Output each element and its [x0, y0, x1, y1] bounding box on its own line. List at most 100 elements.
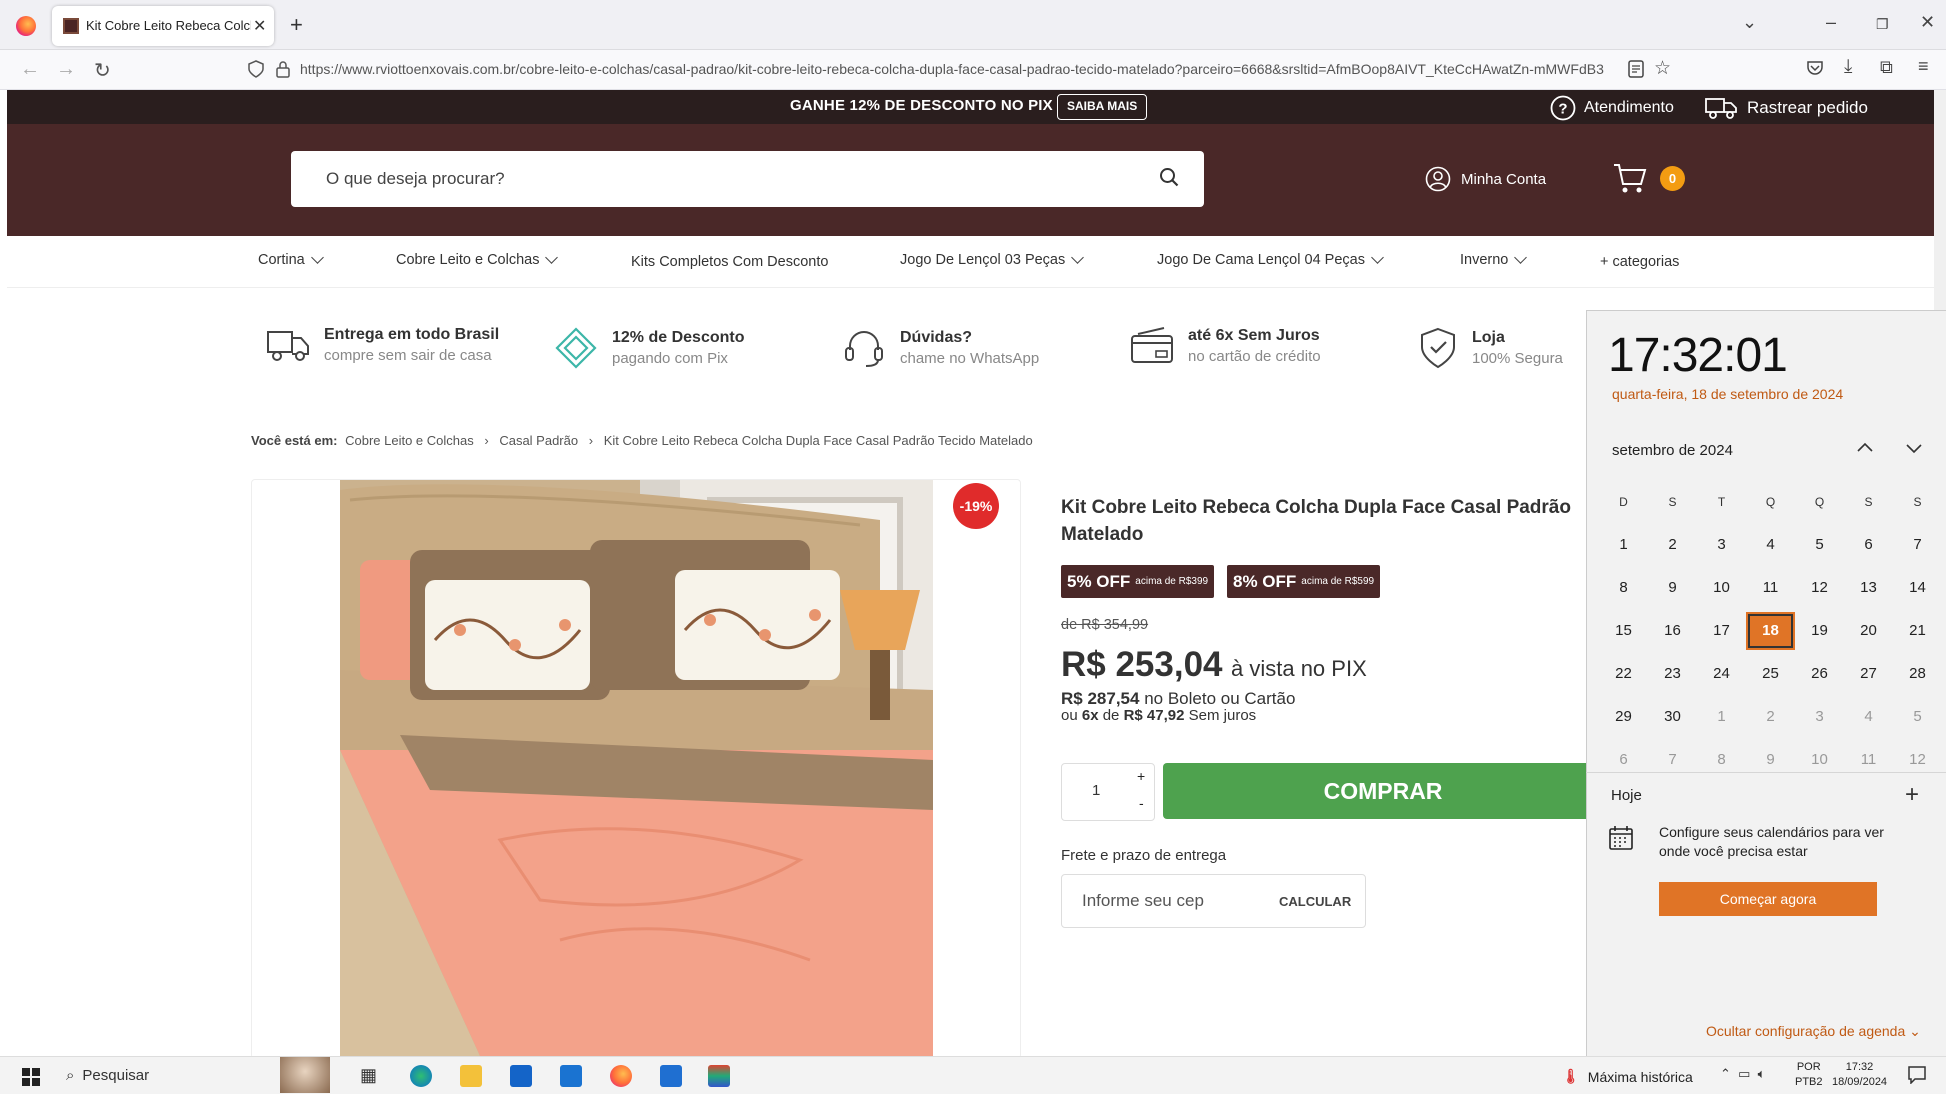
calendar-day[interactable]: 20 [1844, 622, 1893, 639]
rastrear-pedido-link[interactable]: Rastrear pedido [1705, 95, 1868, 121]
clock-date[interactable]: quarta-feira, 18 de setembro de 2024 [1612, 386, 1843, 402]
quantity-input[interactable]: 1 [1092, 782, 1100, 799]
quantity-increase-button[interactable]: + [1137, 768, 1145, 784]
calendar-day-next-month[interactable]: 8 [1697, 751, 1746, 768]
firefox-taskbar-icon[interactable] [610, 1065, 632, 1087]
downloads-icon[interactable]: ⤓ [1844, 56, 1852, 78]
reader-view-icon[interactable] [1628, 60, 1644, 78]
menu-item-inverno[interactable]: Inverno [1460, 251, 1528, 268]
calendar-day-next-month[interactable]: 1 [1697, 708, 1746, 725]
calendar-day[interactable]: 6 [1844, 536, 1893, 553]
calendar-day[interactable]: 21 [1893, 622, 1942, 639]
menu-item-categorias[interactable]: + categorias [1600, 254, 1679, 270]
url-text[interactable]: https://www.rviottoenxovais.com.br/cobre… [300, 61, 1620, 77]
close-tab-icon[interactable]: ✕ [253, 16, 266, 36]
calendar-day[interactable]: 17 [1697, 622, 1746, 639]
calendar-day-next-month[interactable]: 10 [1795, 751, 1844, 768]
calendar-day[interactable]: 1 [1599, 536, 1648, 553]
calendar-day[interactable]: 24 [1697, 665, 1746, 682]
menu-icon[interactable]: ≡ [1918, 56, 1929, 77]
mail-icon[interactable] [560, 1065, 582, 1087]
calendar-day[interactable]: 2 [1648, 536, 1697, 553]
breadcrumb-link[interactable]: Cobre Leito e Colchas [345, 433, 474, 448]
weather-widget[interactable]: 🌡︎ Máxima histórica [1562, 1068, 1693, 1085]
word-icon[interactable] [660, 1065, 682, 1087]
calendar-day[interactable]: 25 [1746, 665, 1795, 682]
edge-icon[interactable] [410, 1065, 432, 1087]
system-tray[interactable]: ⌃ ▭ 🔈︎ [1720, 1066, 1765, 1082]
calendar-day[interactable]: 16 [1648, 622, 1697, 639]
menu-item-cortina[interactable]: Cortina [258, 251, 324, 268]
search-highlight-image[interactable] [280, 1057, 330, 1093]
minimize-button[interactable]: – [1826, 12, 1836, 33]
lock-icon[interactable] [276, 60, 290, 78]
calendar-day[interactable]: 29 [1599, 708, 1648, 725]
close-window-button[interactable]: ✕ [1920, 12, 1935, 33]
menu-item-kits[interactable]: Kits Completos Com Desconto [631, 254, 828, 270]
chevron-up-icon[interactable] [1856, 439, 1874, 457]
hide-agenda-link[interactable]: Ocultar configuração de agenda ⌄ [1706, 1023, 1921, 1040]
pocket-icon[interactable] [1806, 59, 1824, 77]
calendar-day[interactable]: 28 [1893, 665, 1942, 682]
forward-button[interactable]: → [56, 58, 76, 81]
calendar-day[interactable]: 9 [1648, 579, 1697, 596]
menu-item-cobre-leito[interactable]: Cobre Leito e Colchas [396, 251, 559, 268]
calendar-day[interactable]: 7 [1893, 536, 1942, 553]
cart-icon[interactable] [1612, 160, 1648, 196]
taskbar-search[interactable]: ⌕ Pesquisar [66, 1067, 149, 1084]
new-tab-button[interactable]: + [290, 12, 303, 38]
calendar-day-next-month[interactable]: 7 [1648, 751, 1697, 768]
calendar-day[interactable]: 13 [1844, 579, 1893, 596]
firefox-icon[interactable] [16, 16, 36, 36]
browser-tab[interactable]: Kit Cobre Leito Rebeca Colcha D ✕ [52, 6, 274, 46]
calendar-day-next-month[interactable]: 11 [1844, 751, 1893, 768]
notification-icon[interactable] [1908, 1066, 1926, 1084]
product-image[interactable] [340, 480, 933, 1056]
add-event-button[interactable]: + [1905, 781, 1919, 809]
back-button[interactable]: ← [20, 58, 40, 81]
atendimento-link[interactable]: ? Atendimento [1550, 95, 1674, 121]
calendar-day-next-month[interactable]: 2 [1746, 708, 1795, 725]
calendar-day-next-month[interactable]: 9 [1746, 751, 1795, 768]
tab-list-chevron-icon[interactable]: ⌄ [1742, 12, 1757, 33]
reload-button[interactable]: ↻ [94, 58, 111, 83]
calendar-month[interactable]: setembro de 2024 [1612, 442, 1733, 459]
task-view-icon[interactable]: ▦ [360, 1065, 382, 1087]
chevron-down-icon[interactable] [1905, 439, 1923, 457]
benefit-duvidas[interactable]: Dúvidas? chame no WhatsApp [842, 326, 1039, 370]
calendar-day[interactable]: 4 [1746, 536, 1795, 553]
calendar-day-today[interactable]: 18 [1746, 611, 1795, 650]
file-explorer-icon[interactable] [460, 1065, 482, 1087]
calculate-shipping-button[interactable]: CALCULAR [1279, 894, 1351, 909]
restore-button[interactable]: ❐ [1876, 16, 1889, 33]
calendar-day[interactable]: 3 [1697, 536, 1746, 553]
windows-start-icon[interactable] [22, 1068, 40, 1086]
calendar-day[interactable]: 15 [1599, 622, 1648, 639]
extensions-icon[interactable]: ⧉ [1880, 57, 1893, 78]
calendar-day[interactable]: 10 [1697, 579, 1746, 596]
calendar-day[interactable]: 12 [1795, 579, 1844, 596]
calendar-day[interactable]: 14 [1893, 579, 1942, 596]
start-now-button[interactable]: Começar agora [1659, 882, 1877, 916]
calendar-day-next-month[interactable]: 6 [1599, 751, 1648, 768]
calendar-day[interactable]: 22 [1599, 665, 1648, 682]
calendar-day[interactable]: 27 [1844, 665, 1893, 682]
calendar-day[interactable]: 30 [1648, 708, 1697, 725]
menu-item-jogo-lencol-3[interactable]: Jogo De Lençol 03 Peças [900, 251, 1085, 268]
breadcrumb-link[interactable]: Casal Padrão [499, 433, 578, 448]
calendar-day[interactable]: 26 [1795, 665, 1844, 682]
calendar-day-next-month[interactable]: 3 [1795, 708, 1844, 725]
cep-placeholder[interactable]: Informe seu cep [1082, 891, 1204, 911]
calendar-day[interactable]: 5 [1795, 536, 1844, 553]
calendar-day-next-month[interactable]: 4 [1844, 708, 1893, 725]
shield-icon[interactable] [248, 60, 264, 78]
input-language[interactable]: POR PTB2 [1795, 1060, 1823, 1090]
calendar-day[interactable]: 8 [1599, 579, 1648, 596]
search-icon[interactable] [1159, 167, 1179, 187]
saiba-mais-button[interactable]: SAIBA MAIS [1057, 94, 1148, 120]
taskbar-clock[interactable]: 17:32 18/09/2024 [1832, 1060, 1887, 1090]
calendar-day[interactable]: 23 [1648, 665, 1697, 682]
minha-conta-link[interactable]: Minha Conta [1425, 166, 1546, 192]
calendar-day-next-month[interactable]: 12 [1893, 751, 1942, 768]
calendar-day-next-month[interactable]: 5 [1893, 708, 1942, 725]
